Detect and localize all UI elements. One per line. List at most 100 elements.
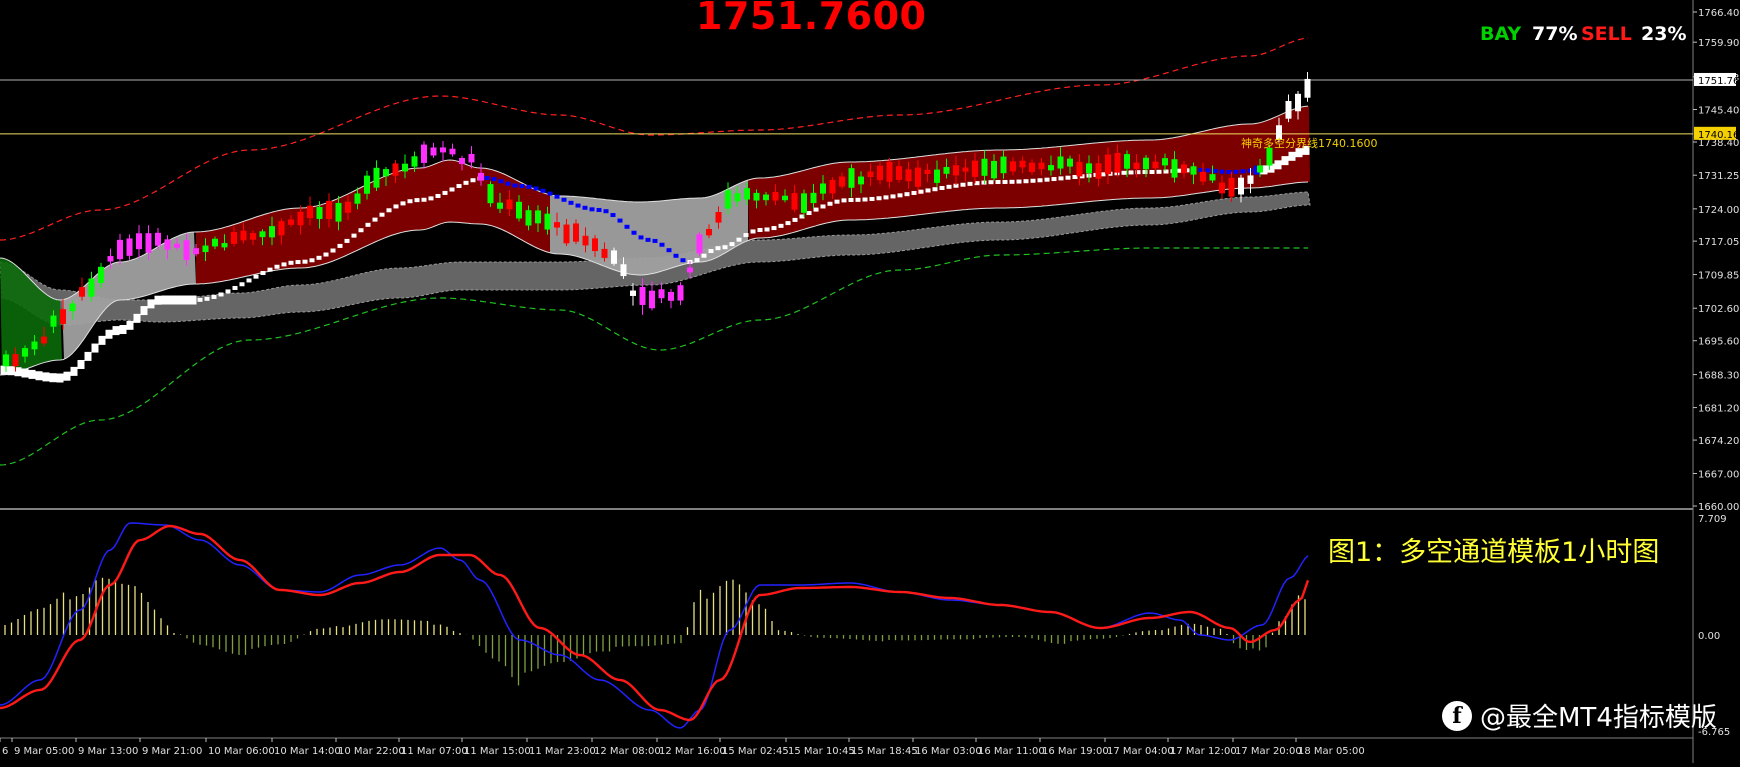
candle-body bbox=[896, 166, 902, 180]
time-tick-label: 15 Mar 18:45 bbox=[851, 746, 918, 757]
candle-body bbox=[772, 192, 779, 201]
candle-body bbox=[658, 289, 665, 299]
trend-marker bbox=[869, 196, 875, 201]
trend-marker bbox=[757, 228, 763, 232]
time-tick-label: 11 Mar 23:00 bbox=[529, 746, 596, 757]
trend-marker bbox=[491, 177, 497, 182]
trend-marker bbox=[1149, 169, 1155, 174]
candle-body bbox=[506, 199, 513, 210]
candle-body bbox=[440, 147, 446, 153]
trend-marker bbox=[904, 192, 910, 197]
candle-body bbox=[468, 153, 475, 163]
candle-body bbox=[877, 165, 883, 181]
trend-marker bbox=[540, 188, 546, 193]
chart-canvas[interactable]: 1766.401759.901752.431745.401738.401731.… bbox=[0, 0, 1740, 763]
candle-body bbox=[867, 171, 874, 178]
candle-body bbox=[50, 315, 57, 327]
trend-marker bbox=[225, 289, 231, 294]
candle-body bbox=[630, 290, 636, 296]
candle-body bbox=[1019, 160, 1026, 168]
trend-marker bbox=[1009, 179, 1015, 184]
candle-body bbox=[554, 222, 560, 228]
candle-body bbox=[1162, 158, 1168, 166]
time-tick-label: 17 Mar 04:00 bbox=[1107, 746, 1174, 757]
trend-marker bbox=[939, 185, 945, 190]
trend-marker bbox=[820, 204, 826, 209]
candle-body bbox=[392, 163, 399, 176]
trend-marker bbox=[1212, 169, 1218, 173]
trend-marker bbox=[841, 198, 847, 203]
chart-window[interactable]: 1766.401759.901752.431745.401738.401731.… bbox=[0, 0, 1740, 763]
trend-marker bbox=[246, 278, 252, 283]
buy-sentiment-label: BAY bbox=[1480, 23, 1522, 45]
trend-marker bbox=[1128, 170, 1134, 175]
candle-body bbox=[212, 238, 218, 247]
trend-marker bbox=[645, 237, 651, 242]
candle-body bbox=[345, 201, 351, 213]
osc-scale-top: 7.709 bbox=[1698, 514, 1727, 525]
trend-marker bbox=[897, 193, 903, 198]
candle bbox=[468, 146, 475, 169]
candle-body bbox=[763, 194, 769, 201]
trend-marker bbox=[21, 368, 29, 378]
trend-marker bbox=[792, 217, 798, 222]
time-tick-label: 17 Mar 12:00 bbox=[1170, 746, 1237, 757]
trend-marker bbox=[554, 194, 560, 199]
trend-marker bbox=[988, 180, 994, 185]
trend-marker bbox=[960, 182, 966, 187]
trend-marker bbox=[168, 295, 176, 305]
candle-body bbox=[364, 175, 370, 194]
candle-body bbox=[307, 205, 313, 219]
trend-marker bbox=[7, 366, 15, 376]
candle-body bbox=[943, 167, 950, 174]
trend-marker bbox=[309, 258, 315, 263]
candle bbox=[117, 233, 123, 265]
candle-body bbox=[1029, 162, 1035, 173]
candle-body bbox=[1124, 154, 1130, 169]
candle-body bbox=[278, 221, 285, 236]
price-lines bbox=[0, 79, 1693, 135]
candle-body bbox=[848, 168, 855, 188]
candle-body bbox=[107, 256, 114, 262]
osc-scale-zero: 0.00 bbox=[1698, 631, 1720, 642]
candle-body bbox=[981, 158, 988, 176]
trend-marker bbox=[638, 235, 644, 240]
trend-marker bbox=[743, 233, 749, 238]
candle-body bbox=[592, 238, 598, 252]
candle-body bbox=[240, 230, 247, 241]
trend-marker bbox=[862, 197, 868, 202]
candle bbox=[430, 142, 437, 158]
trend-marker bbox=[316, 255, 322, 260]
trend-marker bbox=[435, 193, 441, 198]
candle-body bbox=[1086, 163, 1092, 174]
trend-marker bbox=[98, 335, 106, 345]
candle-body bbox=[373, 167, 380, 188]
time-tick-label: 10 Mar 22:00 bbox=[338, 746, 405, 757]
trend-marker bbox=[288, 260, 294, 265]
trend-marker bbox=[274, 264, 280, 269]
trend-marker bbox=[764, 227, 770, 232]
trend-marker bbox=[589, 207, 595, 212]
trend-marker bbox=[505, 181, 511, 186]
trend-marker bbox=[154, 295, 162, 305]
candle-body bbox=[886, 161, 893, 182]
price-tick-label: 1709.85 bbox=[1698, 271, 1739, 282]
candle bbox=[126, 234, 133, 260]
candle-body bbox=[269, 226, 275, 238]
trend-marker bbox=[42, 372, 50, 382]
trend-marker bbox=[883, 195, 889, 200]
candle-body bbox=[1295, 93, 1301, 112]
candle-body bbox=[288, 219, 294, 225]
trend-marker bbox=[582, 205, 588, 210]
price-tick-label: 1759.90 bbox=[1698, 38, 1739, 49]
candle-body bbox=[696, 234, 703, 254]
trend-marker bbox=[701, 253, 707, 258]
trend-marker bbox=[603, 209, 609, 214]
trend-marker bbox=[119, 325, 127, 335]
price-tick-label: 1681.20 bbox=[1698, 404, 1739, 415]
trend-marker bbox=[91, 343, 99, 353]
candle-body bbox=[1257, 165, 1263, 173]
watermark-logo-icon: f bbox=[1442, 700, 1472, 731]
candle bbox=[649, 281, 655, 311]
trend-marker bbox=[666, 248, 672, 253]
